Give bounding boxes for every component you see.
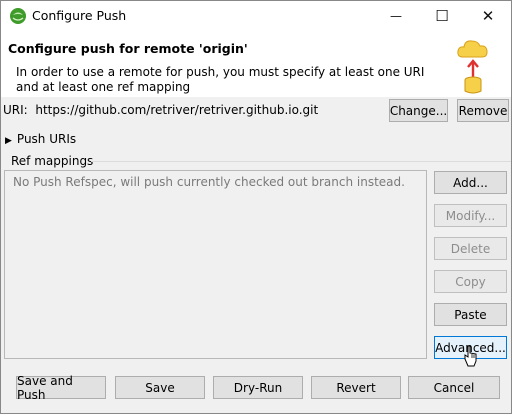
revert-button[interactable]: Revert xyxy=(311,376,401,399)
ref-mappings-list[interactable]: No Push Refspec, will push currently che… xyxy=(4,170,427,359)
dry-run-button[interactable]: Dry-Run xyxy=(213,376,303,399)
eclipse-icon xyxy=(10,8,26,24)
remove-uri-button[interactable]: Remove xyxy=(457,99,509,122)
cloud-upload-database-icon xyxy=(457,40,488,94)
delete-refspec-button[interactable]: Delete xyxy=(434,237,507,260)
minimize-button[interactable]: — xyxy=(373,1,419,31)
cancel-button[interactable]: Cancel xyxy=(408,376,500,399)
empty-refspec-hint: No Push Refspec, will push currently che… xyxy=(13,175,405,189)
uri-value: https://github.com/retriver/retriver.git… xyxy=(35,103,319,117)
maximize-button[interactable]: ☐ xyxy=(419,1,465,31)
configure-push-dialog: Configure Push — ☐ ✕ Configure push for … xyxy=(0,0,512,414)
change-uri-button[interactable]: Change... xyxy=(389,99,448,122)
chevron-right-icon: ▶ xyxy=(5,136,12,146)
dialog-banner: Configure push for remote 'origin' In or… xyxy=(1,31,511,97)
window-title: Configure Push xyxy=(32,8,127,23)
save-button[interactable]: Save xyxy=(115,376,205,399)
uri-row: URI: https://github.com/retriver/retrive… xyxy=(1,97,511,125)
uri-label: URI: https://github.com/retriver/retrive… xyxy=(3,103,319,117)
copy-refspec-button[interactable]: Copy xyxy=(434,270,507,293)
minimize-icon: — xyxy=(390,9,402,23)
save-and-push-button[interactable]: Save and Push xyxy=(16,374,106,402)
close-button[interactable]: ✕ xyxy=(465,1,511,31)
title-bar: Configure Push — ☐ ✕ xyxy=(1,1,511,31)
banner-message: In order to use a remote for push, you m… xyxy=(16,65,425,94)
push-uris-toggle[interactable]: ▶ Push URIs xyxy=(5,132,76,146)
push-uris-label: Push URIs xyxy=(16,132,77,146)
close-icon: ✕ xyxy=(481,7,495,25)
maximize-icon: ☐ xyxy=(435,7,449,25)
group-divider xyxy=(91,161,511,162)
ref-mappings-label: Ref mappings xyxy=(11,154,94,168)
modify-refspec-button[interactable]: Modify... xyxy=(434,204,507,227)
add-refspec-button[interactable]: Add... xyxy=(434,171,507,194)
mouse-pointer-icon xyxy=(464,345,477,367)
banner-title: Configure push for remote 'origin' xyxy=(8,41,248,56)
paste-refspec-button[interactable]: Paste xyxy=(434,303,507,326)
